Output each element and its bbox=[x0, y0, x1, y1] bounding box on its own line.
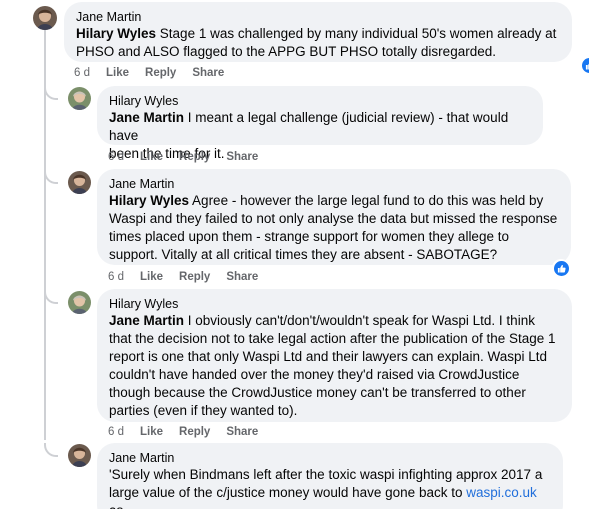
avatar[interactable] bbox=[68, 444, 91, 467]
comment-bubble: Jane Martin Hilary Wyles Agree - however… bbox=[97, 169, 571, 265]
thread-branch bbox=[44, 290, 58, 304]
mention-link[interactable]: Hilary Wyles bbox=[76, 26, 156, 41]
reply-button[interactable]: Reply bbox=[179, 151, 210, 163]
like-button[interactable]: Like bbox=[140, 426, 163, 438]
share-button[interactable]: Share bbox=[192, 67, 224, 79]
comment-line: as bbox=[109, 503, 123, 509]
comment-bubble: Hilary Wyles Jane Martin I meant a legal… bbox=[97, 86, 543, 161]
comment-thread: Jane Martin Hilary Wyles Stage 1 was cha… bbox=[0, 0, 589, 509]
comment-actions: 6 d Like Reply Share bbox=[108, 270, 258, 284]
comment-line: Waspi and they failed to not only analys… bbox=[109, 211, 558, 226]
mention-link[interactable]: Jane Martin bbox=[109, 110, 184, 125]
comment-line: support. Vitally at all critical times t… bbox=[109, 247, 498, 262]
comment-author[interactable]: Jane Martin bbox=[109, 176, 559, 192]
comment-actions: 6 d Like Reply Share bbox=[74, 66, 224, 80]
comment-line: PHSO and ALSO flagged to the APPG BUT PH… bbox=[76, 44, 496, 59]
comment-author[interactable]: Hilary Wyles bbox=[109, 93, 531, 109]
comment-text: 'Surely when Bindmans left after the tox… bbox=[109, 466, 551, 509]
like-button[interactable]: Like bbox=[140, 151, 163, 163]
comment-line: 'Surely when Bindmans left after the tox… bbox=[109, 467, 543, 482]
thumbs-up-icon bbox=[557, 264, 566, 273]
comment-line: that the decision not to take legal acti… bbox=[109, 331, 556, 346]
thread-branch bbox=[44, 170, 58, 184]
comment-author[interactable]: Jane Martin bbox=[109, 450, 551, 466]
thread-branch bbox=[44, 443, 58, 457]
share-button[interactable]: Share bbox=[226, 426, 258, 438]
comment-line: though because the CrowdJustice money ca… bbox=[109, 385, 526, 400]
comment-bubble: Jane Martin Hilary Wyles Stage 1 was cha… bbox=[64, 2, 572, 62]
reply-button[interactable]: Reply bbox=[179, 271, 210, 283]
reaction-badge[interactable] bbox=[552, 259, 570, 277]
comment-actions: 6 d Like Reply Share bbox=[108, 425, 258, 439]
thread-branch bbox=[44, 86, 58, 100]
mention-link[interactable]: Hilary Wyles bbox=[109, 193, 189, 208]
comment-author[interactable]: Hilary Wyles bbox=[109, 296, 560, 312]
avatar[interactable] bbox=[68, 291, 91, 314]
comment-text: Jane Martin I obviously can't/don't/woul… bbox=[109, 312, 560, 420]
comment-timestamp[interactable]: 6 d bbox=[108, 271, 124, 283]
comment-timestamp[interactable]: 6 d bbox=[74, 67, 90, 79]
avatar[interactable] bbox=[68, 87, 91, 110]
comment-bubble: Hilary Wyles Jane Martin I obviously can… bbox=[97, 289, 572, 422]
avatar[interactable] bbox=[33, 6, 57, 30]
external-link[interactable]: waspi.co.uk bbox=[466, 485, 537, 500]
comment-timestamp[interactable]: 6 d bbox=[108, 151, 124, 163]
comment-line: report is one that only Waspi Ltd and th… bbox=[109, 349, 547, 364]
comment-line: I obviously can't/don't/wouldn't speak f… bbox=[184, 313, 535, 328]
like-button[interactable]: Like bbox=[140, 271, 163, 283]
thumbs-up-icon bbox=[585, 62, 589, 70]
comment-line: parties (even if they wanted to). bbox=[109, 403, 298, 418]
reply-button[interactable]: Reply bbox=[145, 67, 176, 79]
comment-author[interactable]: Jane Martin bbox=[76, 9, 560, 25]
avatar[interactable] bbox=[68, 171, 91, 194]
comment-text: Hilary Wyles Agree - however the large l… bbox=[109, 192, 559, 264]
comment-text: Hilary Wyles Stage 1 was challenged by m… bbox=[76, 25, 560, 61]
comment-bubble: Jane Martin 'Surely when Bindmans left a… bbox=[97, 443, 563, 509]
share-button[interactable]: Share bbox=[226, 271, 258, 283]
comment-timestamp[interactable]: 6 d bbox=[108, 426, 124, 438]
comment-actions: 6 d Like Reply Share bbox=[108, 150, 258, 164]
mention-link[interactable]: Jane Martin bbox=[109, 313, 184, 328]
comment-line: Stage 1 was challenged by many individua… bbox=[156, 26, 557, 41]
comment-line: couldn't have handed over the money they… bbox=[109, 367, 520, 382]
share-button[interactable]: Share bbox=[226, 151, 258, 163]
reply-button[interactable]: Reply bbox=[179, 426, 210, 438]
like-button[interactable]: Like bbox=[106, 67, 129, 79]
comment-line: times placed upon them - strange support… bbox=[109, 229, 509, 244]
comment-line: large value of the c/justice money would… bbox=[109, 485, 467, 500]
reaction-badge[interactable] bbox=[580, 56, 589, 74]
comment-line: Agree - however the large legal fund to … bbox=[189, 193, 544, 208]
